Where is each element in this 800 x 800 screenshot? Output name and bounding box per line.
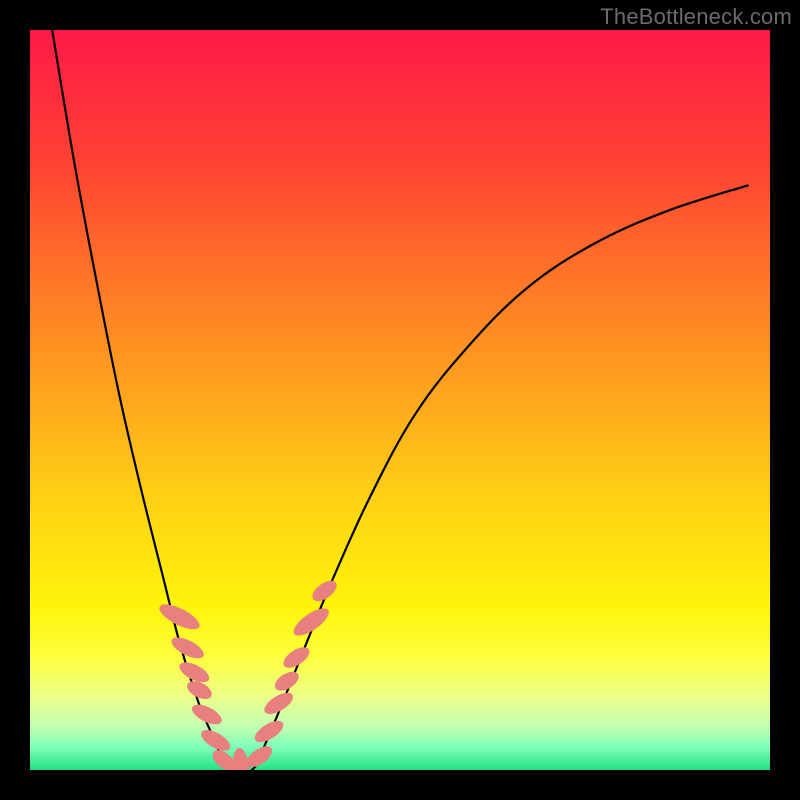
curve-marker [168,633,206,662]
watermark-text: TheBottleneck.com [600,4,792,30]
curve-marker [251,717,286,747]
curve-marker [243,742,276,770]
chart-container: TheBottleneck.com [0,0,800,800]
curve-marker [290,603,333,640]
curve-markers [156,577,340,770]
bottleneck-curve [52,30,748,770]
curve-path [52,30,748,770]
curve-marker [156,599,203,634]
chart-svg [30,30,770,770]
plot-area [30,30,770,770]
